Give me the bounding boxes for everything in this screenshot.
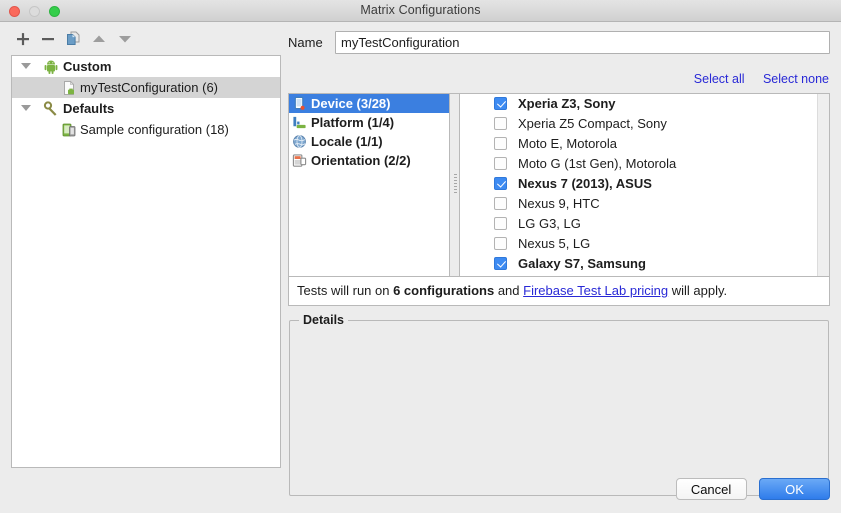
minus-icon bbox=[42, 38, 54, 41]
wrench-icon bbox=[43, 101, 57, 116]
device-label: Nexus 9, HTC bbox=[518, 196, 600, 211]
tree-node-label: myTestConfiguration (6) bbox=[80, 80, 218, 95]
triangle-down-icon bbox=[119, 36, 131, 43]
tree-row[interactable]: Custom bbox=[12, 56, 280, 77]
details-panel: Details bbox=[289, 313, 829, 496]
android-icon bbox=[44, 60, 58, 74]
device-list-scrollbar[interactable] bbox=[817, 94, 829, 276]
device-row[interactable]: Nexus 7 (2013), ASUS bbox=[460, 174, 829, 194]
copy-icon bbox=[67, 31, 80, 45]
category-row-orientation[interactable]: Orientation (2/2) bbox=[289, 151, 449, 170]
tree-node-label: Defaults bbox=[63, 101, 115, 116]
category-label: Platform (1/4) bbox=[311, 115, 395, 130]
device-row[interactable]: LG G3, LG bbox=[460, 214, 829, 234]
device-icon bbox=[294, 96, 305, 110]
select-links: Select all Select none bbox=[680, 70, 829, 88]
device-label: Xperia Z3, Sony bbox=[518, 96, 616, 111]
status-prefix: Tests will run on bbox=[297, 283, 394, 298]
status-middle: and bbox=[494, 283, 524, 298]
firebase-pricing-link[interactable]: Firebase Test Lab pricing bbox=[523, 283, 668, 298]
device-row[interactable]: Galaxy Note 3 Duos, Samsung bbox=[460, 274, 829, 276]
tree-row[interactable]: Sample configuration (18) bbox=[12, 119, 280, 140]
device-row[interactable]: Moto G (1st Gen), Motorola bbox=[460, 154, 829, 174]
device-row[interactable]: Xperia Z3, Sony bbox=[460, 94, 829, 114]
device-label: Moto E, Motorola bbox=[518, 136, 617, 151]
device-row[interactable]: Moto E, Motorola bbox=[460, 134, 829, 154]
tree-row[interactable]: Defaults bbox=[12, 98, 280, 119]
triangle-up-icon bbox=[93, 35, 105, 42]
select-all-link[interactable]: Select all bbox=[694, 72, 745, 86]
orientation-icon bbox=[292, 154, 307, 167]
category-label: Device (3/28) bbox=[311, 96, 391, 111]
device-row[interactable]: Xperia Z5 Compact, Sony bbox=[460, 114, 829, 134]
move-down-button[interactable] bbox=[114, 28, 136, 50]
device-checkbox[interactable] bbox=[494, 177, 507, 190]
device-checkbox[interactable] bbox=[494, 97, 507, 110]
copy-button[interactable] bbox=[62, 28, 84, 50]
device-checkbox[interactable] bbox=[494, 237, 507, 250]
device-label: Moto G (1st Gen), Motorola bbox=[518, 156, 677, 171]
plus-icon bbox=[17, 33, 29, 46]
chevron-down-icon[interactable] bbox=[21, 105, 31, 111]
device-label: LG G3, LG bbox=[518, 216, 581, 231]
device-label: Galaxy Note 3 Duos, Samsung bbox=[518, 274, 696, 276]
category-label: Locale (1/1) bbox=[311, 134, 383, 149]
tree-node-label: Custom bbox=[63, 59, 112, 74]
tree-toolbar bbox=[8, 28, 283, 54]
status-text: Tests will run on 6 configurations and F… bbox=[288, 277, 830, 306]
config-file-icon bbox=[64, 80, 75, 95]
globe-icon bbox=[293, 135, 306, 148]
ok-button[interactable]: OK bbox=[759, 478, 830, 500]
device-checkbox[interactable] bbox=[494, 257, 507, 270]
device-list[interactable]: Xperia Z3, Sony Xperia Z5 Compact, Sony … bbox=[460, 94, 829, 276]
device-row[interactable]: Nexus 9, HTC bbox=[460, 194, 829, 214]
name-row: Name bbox=[288, 31, 830, 55]
category-row-device[interactable]: Device (3/28) bbox=[289, 94, 449, 113]
panel-splitter[interactable] bbox=[449, 94, 460, 276]
move-up-button[interactable] bbox=[88, 28, 110, 50]
device-label: Nexus 7 (2013), ASUS bbox=[518, 176, 652, 191]
status-suffix: will apply. bbox=[668, 283, 728, 298]
device-checkbox[interactable] bbox=[494, 217, 507, 230]
cancel-button[interactable]: Cancel bbox=[675, 478, 747, 500]
name-label: Name bbox=[288, 35, 323, 50]
window-titlebar: Matrix Configurations bbox=[0, 0, 841, 22]
device-label: Xperia Z5 Compact, Sony bbox=[518, 116, 667, 131]
category-row-locale[interactable]: Locale (1/1) bbox=[289, 132, 449, 151]
splitter-grip-icon[interactable] bbox=[454, 174, 457, 196]
device-label: Galaxy S7, Samsung bbox=[518, 256, 646, 271]
device-row[interactable]: Galaxy S7, Samsung bbox=[460, 254, 829, 274]
dialog-buttons: Cancel OK bbox=[675, 478, 830, 504]
remove-button[interactable] bbox=[37, 28, 59, 50]
device-checkbox[interactable] bbox=[494, 137, 507, 150]
device-row[interactable]: Nexus 5, LG bbox=[460, 234, 829, 254]
platform-icon bbox=[293, 116, 306, 129]
status-count: 6 configurations bbox=[393, 283, 495, 298]
configuration-editor: Name Select all Select none Device (3/28… bbox=[288, 28, 830, 498]
matrix-configurations-dialog: Matrix Configurations Custom myTestConfi… bbox=[0, 0, 841, 513]
configurations-tree[interactable]: Custom myTestConfiguration (6) Defaults bbox=[11, 55, 281, 468]
chevron-down-icon[interactable] bbox=[21, 63, 31, 69]
add-button[interactable] bbox=[12, 28, 34, 50]
tree-row[interactable]: myTestConfiguration (6) bbox=[12, 77, 280, 98]
device-label: Nexus 5, LG bbox=[518, 236, 591, 251]
name-input[interactable] bbox=[335, 31, 830, 54]
category-label: Orientation (2/2) bbox=[311, 153, 411, 168]
category-list[interactable]: Device (3/28) Platform (1/4) Locale (1/1… bbox=[289, 94, 449, 276]
devices-icon bbox=[62, 123, 76, 137]
details-legend: Details bbox=[299, 313, 348, 327]
category-row-platform[interactable]: Platform (1/4) bbox=[289, 113, 449, 132]
select-none-link[interactable]: Select none bbox=[763, 72, 829, 86]
device-checkbox[interactable] bbox=[494, 117, 507, 130]
device-checkbox[interactable] bbox=[494, 197, 507, 210]
dimension-selector: Device (3/28) Platform (1/4) Locale (1/1… bbox=[288, 93, 830, 277]
device-checkbox[interactable] bbox=[494, 157, 507, 170]
tree-node-label: Sample configuration (18) bbox=[80, 122, 229, 137]
window-title: Matrix Configurations bbox=[360, 3, 481, 17]
